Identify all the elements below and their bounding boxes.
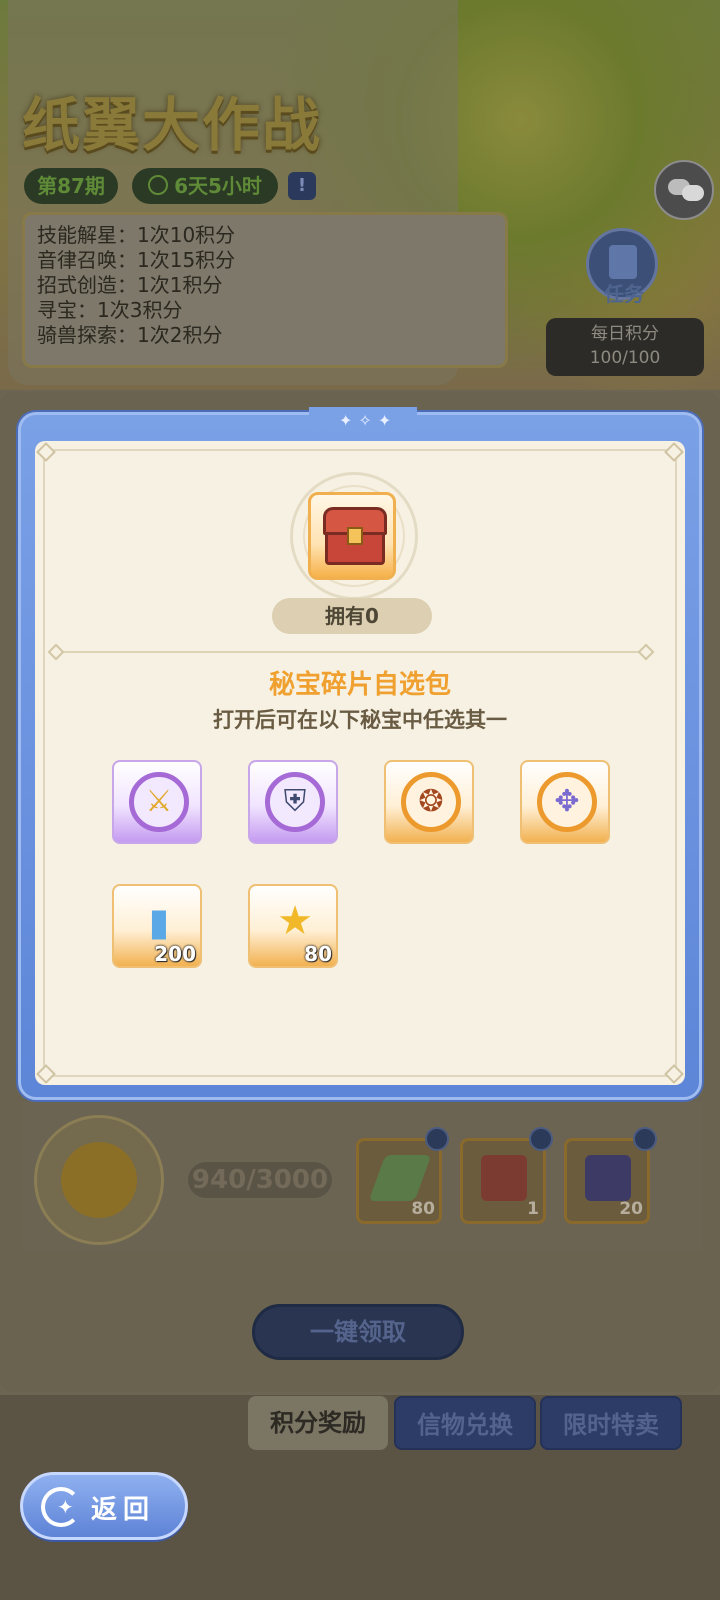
lock-icon [633,1127,657,1151]
choice-item-trident[interactable]: ⚔ [112,760,202,844]
lock-icon [529,1127,553,1151]
issue-badge: 第87期 [24,168,118,204]
reward-slot-chest[interactable]: 1 [460,1127,553,1224]
treasure-chest-icon [308,492,396,580]
shield-emblem-icon: ⛨ [283,784,307,819]
rule-line: 音律召唤：1次15积分 [37,248,236,272]
item-quantity: 200 [154,942,196,966]
tab-limited-sale[interactable]: 限时特卖 [540,1396,682,1450]
rule-line: 技能解星：1次10积分 [37,223,236,247]
divider [56,651,648,653]
choice-item-scroll[interactable]: ❂ [384,760,474,844]
choice-item-staff[interactable]: ✥ [520,760,610,844]
rule-line: 招式创造：1次1积分 [37,273,223,297]
scoring-rules: 技能解星：1次10积分 音律召唤：1次15积分 招式创造：1次1积分 寻宝：1次… [22,212,508,368]
item-quantity: 80 [304,942,332,966]
daily-points-value: 100/100 [589,348,661,368]
reward-count: 20 [619,1199,643,1219]
crystal-canister-icon: ▮ [148,900,170,944]
rule-line: 寻宝：1次3积分 [37,298,183,322]
countdown-text: 6天5小时 [174,174,262,198]
rule-line: 骑兽探索：1次2积分 [37,323,223,347]
ancient-scroll-icon: ❂ [418,784,444,819]
book-icon [609,245,637,279]
back-label: 返回 [91,1495,156,1525]
choice-item-canister[interactable]: ▮ 200 [112,884,202,968]
choice-item-shield[interactable]: ⛨ [248,760,338,844]
claim-all-button[interactable]: 一键领取 [252,1304,464,1360]
reward-slot-paper-plane[interactable]: 80 [356,1127,449,1224]
choice-item-star[interactable]: ★ 80 [248,884,338,968]
pack-title: 秘宝碎片自选包 [268,670,451,700]
golden-star-icon: ★ [277,898,313,944]
pack-description: 打开后可在以下秘宝中任选其一 [213,708,507,732]
task-label: 任务 [604,282,644,306]
back-button[interactable]: ✦ 返回 [20,1472,188,1540]
reward-slot-crystal[interactable]: 20 [564,1127,657,1224]
crystal-icon [585,1155,631,1201]
daily-points: 每日积分 100/100 [546,318,704,376]
trident-icon: ⚔ [145,784,173,819]
chat-button[interactable] [654,160,714,220]
ornament-icon: ✦✧✦ [339,411,398,430]
daily-points-label: 每日积分 [591,324,659,344]
info-button[interactable]: ! [288,172,316,200]
magic-staff-icon: ✥ [554,784,580,819]
paper-plane-icon [368,1155,432,1201]
countdown-badge: 6天5小时 [132,168,278,204]
clock-icon [148,175,169,195]
chat-bubble-icon [682,185,704,201]
medal-icon [34,1115,164,1245]
points-progress: 940/3000 [186,1160,334,1200]
event-title: 纸翼大作战 [22,91,323,159]
reward-count: 1 [527,1199,539,1219]
reward-count: 80 [411,1199,435,1219]
treasure-chest-icon [481,1155,527,1201]
tab-token-exchange[interactable]: 信物兑换 [394,1396,536,1450]
tab-points-reward[interactable]: 积分奖励 [248,1396,388,1450]
lock-icon [425,1127,449,1151]
owned-count: 拥有0 [272,598,432,634]
